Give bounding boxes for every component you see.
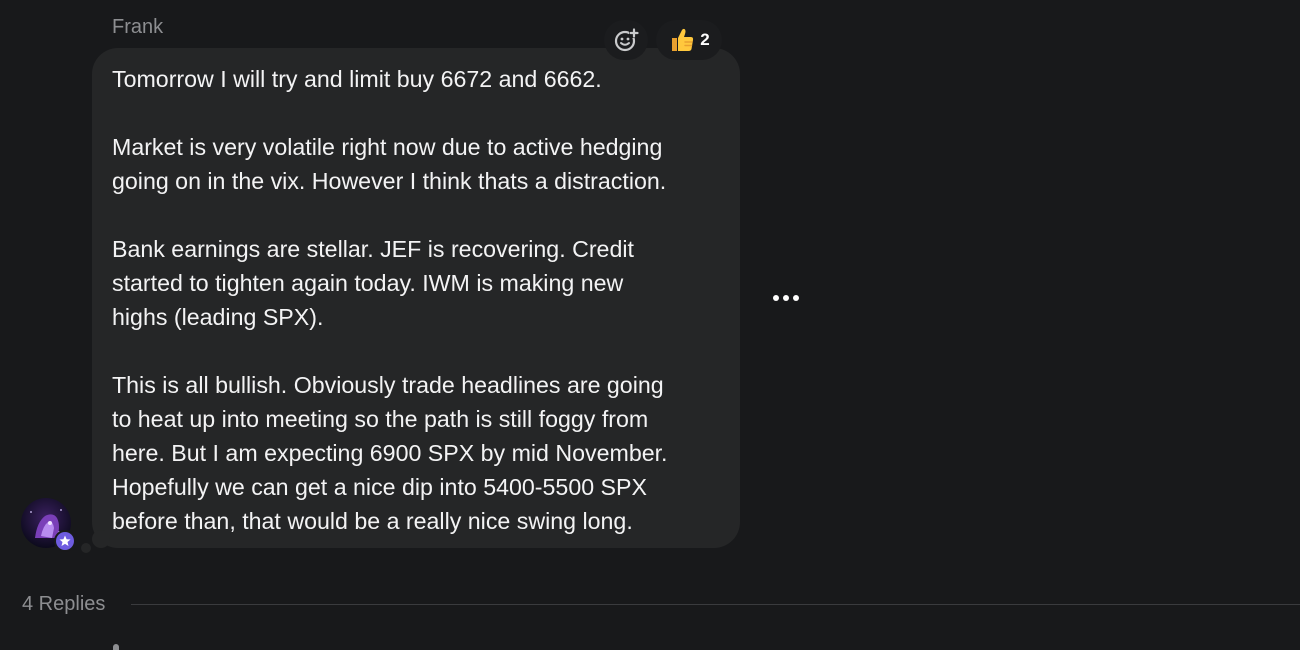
message-paragraph: This is all bullish. Obviously trade hea…	[112, 368, 720, 538]
message-line: here. But I am expecting 6900 SPX by mid…	[112, 440, 668, 466]
add-reaction-icon	[614, 28, 639, 52]
message-line: going on in the vix. However I think tha…	[112, 168, 667, 194]
more-horizontal-icon	[773, 295, 799, 301]
message-bubble[interactable]: Tomorrow I will try and limit buy 6672 a…	[92, 48, 740, 548]
replies-link[interactable]: 4 Replies	[22, 593, 105, 616]
message-line: Tomorrow I will try and limit buy 6672 a…	[112, 66, 602, 92]
message-line: before than, that would be a really nice…	[112, 508, 633, 534]
bubble-tail-dot	[81, 543, 91, 553]
message-paragraph: Tomorrow I will try and limit buy 6672 a…	[112, 62, 720, 96]
message-line: This is all bullish. Obviously trade hea…	[112, 372, 664, 398]
bubble-tail	[92, 530, 110, 548]
message-line: Market is very volatile right now due to…	[112, 134, 663, 160]
message-paragraph: Market is very volatile right now due to…	[112, 130, 720, 198]
message-line: Hopefully we can get a nice dip into 540…	[112, 474, 647, 500]
thumbs-up-icon	[672, 28, 694, 51]
next-message-hint	[113, 644, 119, 650]
reaction-count: 2	[700, 30, 710, 49]
divider	[131, 604, 1300, 605]
message-paragraph: Bank earnings are stellar. JEF is recove…	[112, 232, 720, 334]
message-line: started to tighten again today. IWM is m…	[112, 270, 624, 296]
sender-name: Frank	[112, 16, 164, 38]
reaction-thumbs-up[interactable]: 2	[656, 20, 722, 60]
chat-screen: Frank Tomorrow I will try and limit buy …	[0, 0, 1300, 650]
avatar-image	[21, 498, 76, 552]
avatar[interactable]	[21, 498, 76, 552]
message-line: highs (leading SPX).	[112, 304, 324, 330]
add-reaction-button[interactable]	[604, 20, 648, 60]
message-line: to heat up into meeting so the path is s…	[112, 406, 649, 432]
message-line: Bank earnings are stellar. JEF is recove…	[112, 236, 634, 262]
more-options-button[interactable]	[764, 284, 808, 312]
star-badge-icon	[54, 530, 76, 552]
